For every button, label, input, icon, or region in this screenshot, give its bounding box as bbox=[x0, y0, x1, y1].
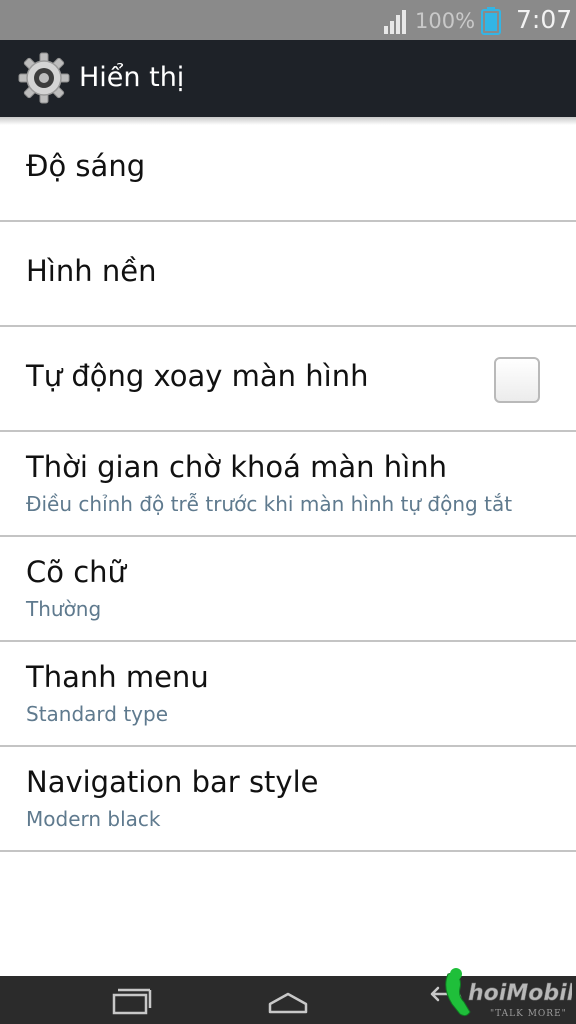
setting-title: Tự động xoay màn hình bbox=[26, 359, 369, 393]
page-title: Hiển thị bbox=[79, 62, 185, 93]
setting-title: Hình nền bbox=[26, 254, 157, 288]
setting-title: Thời gian chờ khoá màn hình bbox=[26, 450, 447, 484]
setting-title: Navigation bar style bbox=[26, 765, 319, 799]
setting-brightness[interactable]: Độ sáng bbox=[0, 117, 576, 222]
status-bar: 100% 7:07 bbox=[0, 0, 576, 40]
setting-summary: Standard type bbox=[26, 702, 169, 726]
setting-navigation-bar-style[interactable]: Navigation bar style Modern black bbox=[0, 747, 576, 852]
clock: 7:07 bbox=[516, 5, 573, 34]
setting-title: Thanh menu bbox=[26, 660, 209, 694]
setting-summary: Modern black bbox=[26, 807, 161, 831]
setting-title: Độ sáng bbox=[26, 149, 146, 183]
auto-rotate-checkbox[interactable] bbox=[494, 357, 540, 403]
setting-screen-timeout[interactable]: Thời gian chờ khoá màn hình Điều chỉnh đ… bbox=[0, 432, 576, 537]
action-bar: Hiển thị bbox=[0, 40, 576, 117]
battery-percent: 100% bbox=[415, 9, 476, 33]
setting-summary: Thường bbox=[26, 597, 102, 621]
setting-wallpaper[interactable]: Hình nền bbox=[0, 222, 576, 327]
setting-title: Cõ chữ bbox=[26, 555, 126, 589]
brand-watermark-logo: hoiMobile "TALK MORE" bbox=[445, 968, 572, 1019]
settings-gear-icon[interactable] bbox=[18, 52, 70, 104]
battery-icon bbox=[481, 7, 501, 35]
setting-summary: Điều chỉnh độ trễ trước khi màn hình tự … bbox=[26, 492, 513, 516]
setting-menu-bar[interactable]: Thanh menu Standard type bbox=[0, 642, 576, 747]
home-icon[interactable] bbox=[258, 982, 318, 1018]
recent-apps-icon[interactable] bbox=[100, 982, 160, 1018]
svg-text:hoiMobile: hoiMobile bbox=[468, 981, 572, 1006]
setting-auto-rotate[interactable]: Tự động xoay màn hình bbox=[0, 327, 576, 432]
setting-font-size[interactable]: Cõ chữ Thường bbox=[0, 537, 576, 642]
settings-list: Độ sáng Hình nền Tự động xoay màn hình T… bbox=[0, 117, 576, 852]
action-bar-shadow bbox=[0, 117, 576, 125]
signal-icon bbox=[384, 10, 406, 34]
svg-text:"TALK MORE": "TALK MORE" bbox=[490, 1009, 567, 1019]
